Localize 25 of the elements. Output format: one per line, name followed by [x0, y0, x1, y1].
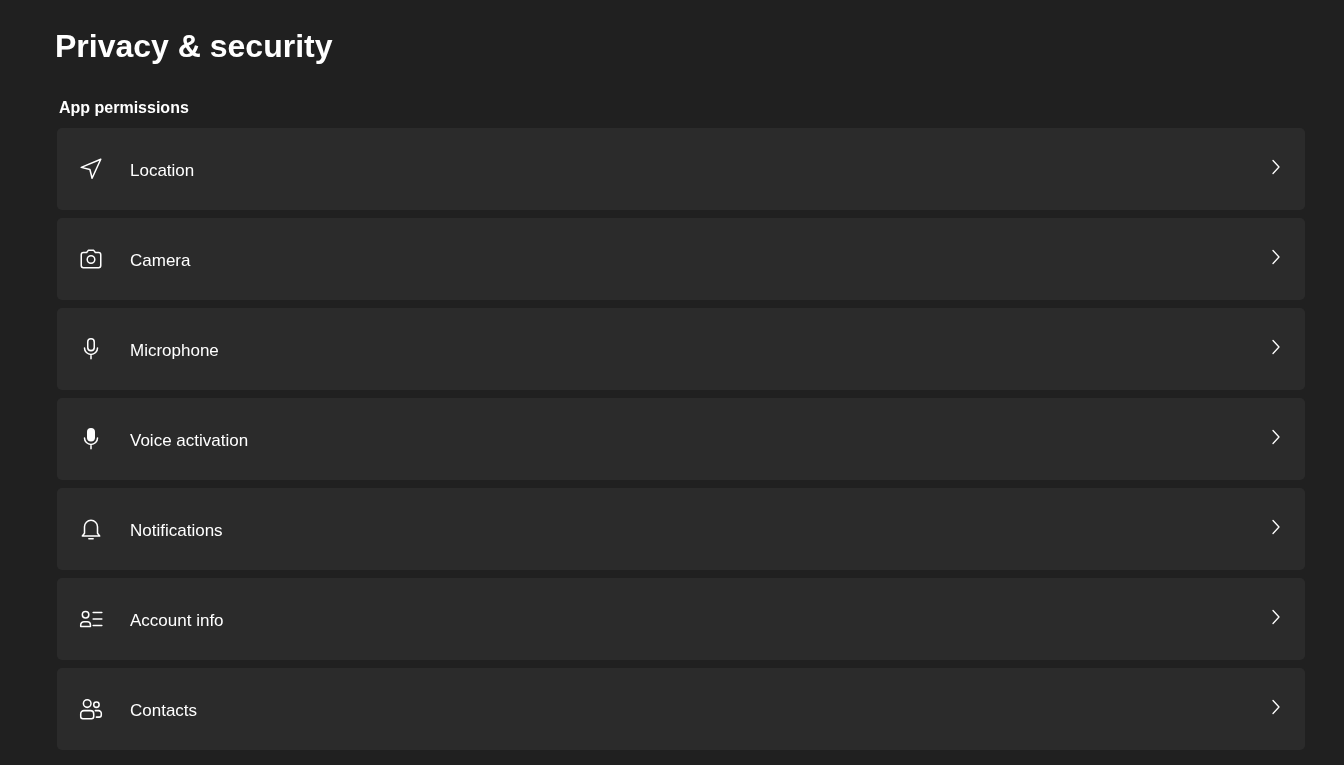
- setting-label: Account info: [130, 611, 225, 631]
- chevron-right-icon: [1271, 249, 1281, 265]
- section-heading: App permissions: [59, 98, 190, 118]
- setting-label: Contacts: [130, 701, 199, 721]
- settings-card[interactable]: Contacts: [57, 668, 1305, 750]
- settings-card[interactable]: Camera: [57, 218, 1305, 300]
- chevron-right-icon: [1271, 159, 1281, 175]
- settings-card[interactable]: Voice activation: [57, 398, 1305, 480]
- chevron-right-icon: [1271, 519, 1281, 535]
- setting-label: Voice activation: [130, 431, 250, 451]
- chevron-right-icon: [1271, 699, 1281, 715]
- settings-card[interactable]: Account info: [57, 578, 1305, 660]
- settings-card[interactable]: Location: [57, 128, 1305, 210]
- settings-card[interactable]: Microphone: [57, 308, 1305, 390]
- chevron-right-icon: [1271, 429, 1281, 445]
- settings-card[interactable]: Notifications: [57, 488, 1305, 570]
- chevron-right-icon: [1271, 609, 1281, 625]
- page-title: Privacy & security: [55, 27, 334, 66]
- chevron-right-icon: [1271, 339, 1281, 355]
- location-arrow-icon: [78, 156, 104, 182]
- people-icon: [78, 696, 104, 722]
- setting-label: Notifications: [130, 521, 224, 541]
- setting-label: Microphone: [130, 341, 220, 361]
- setting-label: Location: [130, 161, 196, 181]
- setting-label: Camera: [130, 251, 192, 271]
